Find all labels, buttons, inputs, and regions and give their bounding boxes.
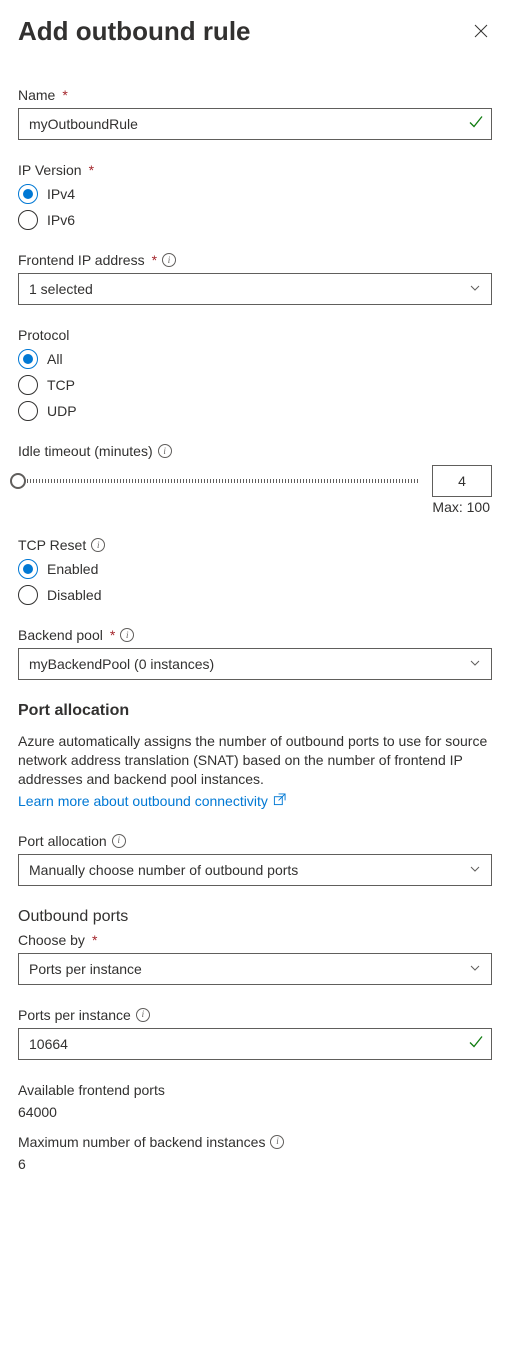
max-backend-label-text: Maximum number of backend instances: [18, 1134, 265, 1150]
backend-pool-dropdown[interactable]: myBackendPool (0 instances): [18, 648, 492, 680]
info-icon[interactable]: i: [158, 444, 172, 458]
ports-per-instance-label: Ports per instance i: [18, 1007, 492, 1023]
dropdown-value: myBackendPool (0 instances): [29, 656, 214, 672]
radio-label: Enabled: [47, 561, 98, 577]
max-backend-instances-value: 6: [18, 1156, 492, 1172]
protocol-label-text: Protocol: [18, 327, 69, 343]
dropdown-value: Manually choose number of outbound ports: [29, 862, 298, 878]
ip-version-label: IP Version *: [18, 162, 492, 178]
required-asterisk: *: [89, 162, 94, 178]
radio-label: IPv6: [47, 212, 75, 228]
chevron-down-icon: [469, 862, 481, 878]
frontend-ip-label-text: Frontend IP address: [18, 252, 145, 268]
tcp-reset-label-text: TCP Reset: [18, 537, 86, 553]
protocol-all-radio[interactable]: All: [18, 349, 492, 369]
close-button[interactable]: [470, 19, 492, 45]
max-backend-instances-label: Maximum number of backend instances i: [18, 1134, 492, 1150]
name-input[interactable]: [18, 108, 492, 140]
frontend-ip-label: Frontend IP address * i: [18, 252, 492, 268]
chevron-down-icon: [469, 961, 481, 977]
ports-per-instance-input[interactable]: [18, 1028, 492, 1060]
radio-icon-selected: [18, 184, 38, 204]
available-frontend-ports-value: 64000: [18, 1104, 492, 1120]
info-icon[interactable]: i: [120, 628, 134, 642]
info-icon[interactable]: i: [162, 253, 176, 267]
choose-by-dropdown[interactable]: Ports per instance: [18, 953, 492, 985]
slider-thumb[interactable]: [10, 473, 26, 489]
radio-label: All: [47, 351, 63, 367]
idle-timeout-max-label: Max: 100: [18, 499, 492, 515]
radio-icon: [18, 585, 38, 605]
info-icon[interactable]: i: [270, 1135, 284, 1149]
info-icon[interactable]: i: [136, 1008, 150, 1022]
radio-icon: [18, 375, 38, 395]
port-allocation-field-label-text: Port allocation: [18, 833, 107, 849]
page-title: Add outbound rule: [18, 16, 251, 47]
port-allocation-field-label: Port allocation i: [18, 833, 492, 849]
radio-label: IPv4: [47, 186, 75, 202]
tcp-reset-label: TCP Reset i: [18, 537, 492, 553]
port-allocation-dropdown[interactable]: Manually choose number of outbound ports: [18, 854, 492, 886]
required-asterisk: *: [62, 87, 67, 103]
required-asterisk: *: [110, 627, 115, 643]
ip-version-ipv4-radio[interactable]: IPv4: [18, 184, 492, 204]
link-text: Learn more about outbound connectivity: [18, 793, 268, 809]
name-label-text: Name: [18, 87, 55, 103]
idle-timeout-value[interactable]: 4: [432, 465, 492, 497]
chevron-down-icon: [469, 281, 481, 297]
tcp-reset-disabled-radio[interactable]: Disabled: [18, 585, 492, 605]
info-icon[interactable]: i: [91, 538, 105, 552]
protocol-label: Protocol: [18, 327, 492, 343]
radio-label: UDP: [47, 403, 77, 419]
close-icon: [474, 22, 488, 42]
backend-pool-label: Backend pool * i: [18, 627, 492, 643]
chevron-down-icon: [469, 656, 481, 672]
choose-by-label-text: Choose by: [18, 932, 85, 948]
radio-icon-selected: [18, 349, 38, 369]
radio-icon: [18, 401, 38, 421]
available-ports-label-text: Available frontend ports: [18, 1082, 165, 1098]
name-label: Name *: [18, 87, 492, 103]
protocol-udp-radio[interactable]: UDP: [18, 401, 492, 421]
protocol-tcp-radio[interactable]: TCP: [18, 375, 492, 395]
tcp-reset-enabled-radio[interactable]: Enabled: [18, 559, 492, 579]
learn-more-link[interactable]: Learn more about outbound connectivity: [18, 793, 286, 809]
radio-label: Disabled: [47, 587, 101, 603]
dropdown-value: 1 selected: [29, 281, 93, 297]
frontend-ip-dropdown[interactable]: 1 selected: [18, 273, 492, 305]
radio-label: TCP: [47, 377, 75, 393]
idle-timeout-label-text: Idle timeout (minutes): [18, 443, 153, 459]
port-allocation-description: Azure automatically assigns the number o…: [18, 732, 492, 789]
outbound-ports-heading: Outbound ports: [18, 908, 492, 926]
info-icon[interactable]: i: [112, 834, 126, 848]
available-frontend-ports-label: Available frontend ports: [18, 1082, 492, 1098]
port-allocation-heading: Port allocation: [18, 702, 492, 720]
ip-version-ipv6-radio[interactable]: IPv6: [18, 210, 492, 230]
idle-timeout-label: Idle timeout (minutes) i: [18, 443, 492, 459]
dropdown-value: Ports per instance: [29, 961, 142, 977]
radio-icon-selected: [18, 559, 38, 579]
choose-by-label: Choose by *: [18, 932, 492, 948]
ip-version-label-text: IP Version: [18, 162, 82, 178]
required-asterisk: *: [152, 252, 157, 268]
ports-per-instance-label-text: Ports per instance: [18, 1007, 131, 1023]
radio-icon: [18, 210, 38, 230]
backend-pool-label-text: Backend pool: [18, 627, 103, 643]
external-link-icon: [273, 793, 286, 809]
required-asterisk: *: [92, 932, 97, 948]
idle-timeout-slider[interactable]: [18, 479, 420, 483]
